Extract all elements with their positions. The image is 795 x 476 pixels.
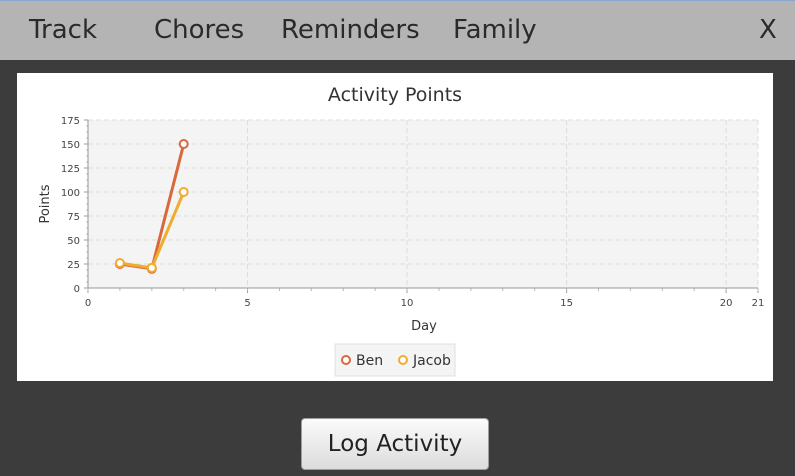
data-point-jacob [114,258,125,269]
chart-legend: Ben Jacob [334,343,456,377]
y-tick-label: 75 [67,212,80,223]
log-activity-button[interactable]: Log Activity [301,418,489,470]
nav-tab-reminders[interactable]: Reminders [281,15,420,45]
activity-points-chart: Activity Points 0 25 50 75 100 125 150 175 0 5 10 1… [38,84,765,377]
chart-title: Activity Points [328,84,462,106]
activity-chart-panel: Activity Points 0 25 50 75 100 125 150 175 0 5 10 1… [17,73,773,381]
nav-tab-track[interactable]: Track [29,15,97,45]
data-point-ben [178,139,189,149]
nav-tab-family[interactable]: Family [453,15,537,45]
close-button[interactable]: X [759,15,777,45]
x-tick-label: 10 [401,298,414,309]
x-tick-label: 21 [752,298,765,309]
x-tick-label: 5 [244,298,250,309]
y-tick-label: 150 [61,140,80,151]
x-tick-label: 15 [560,298,573,309]
y-tick-label: 125 [61,164,80,175]
top-nav-bar: Track Chores Reminders Family X [0,0,795,60]
x-tick-label: 0 [85,298,91,309]
nav-tab-chores[interactable]: Chores [154,15,244,45]
y-tick-label: 175 [61,116,80,127]
legend-label-ben: Ben [356,353,383,369]
y-tick-label: 100 [61,188,80,199]
legend-label-jacob: Jacob [412,353,451,369]
y-tick-label: 0 [74,284,80,295]
data-point-jacob [146,262,157,273]
legend-marker-jacob [398,355,408,365]
y-axis-label: Points [38,184,53,223]
legend-marker-ben [341,355,351,365]
x-tick-label: 20 [720,298,733,309]
y-tick-label: 25 [67,260,80,271]
data-point-jacob [178,187,189,197]
x-axis-label: Day [411,319,437,334]
y-tick-label: 50 [67,236,80,247]
